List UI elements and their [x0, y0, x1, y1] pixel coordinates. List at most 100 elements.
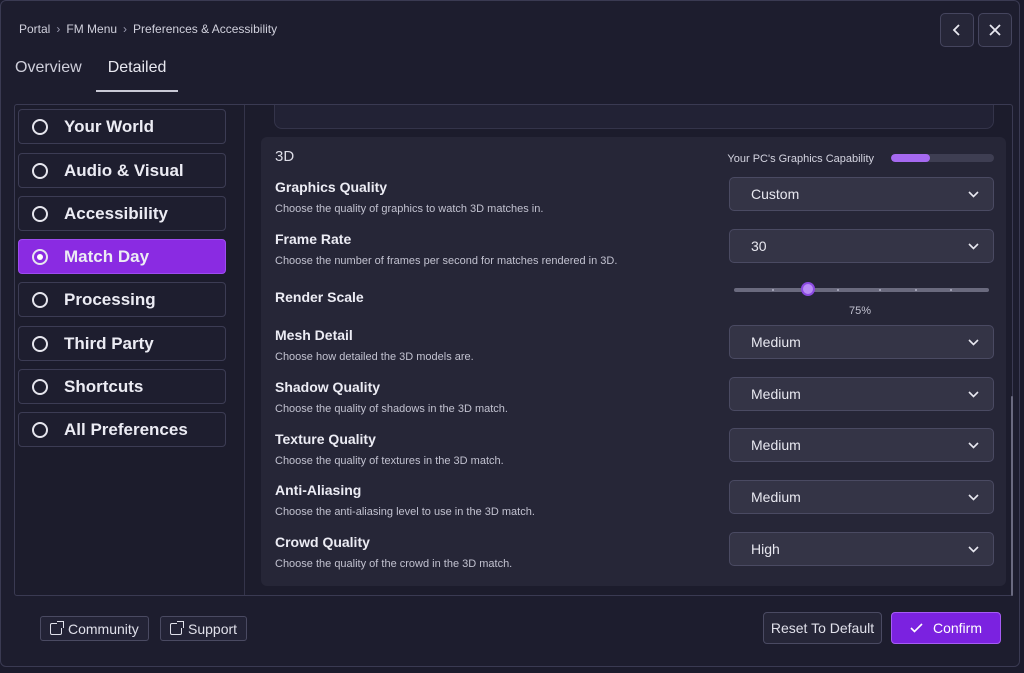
sidebar-item-third-party[interactable]: Third Party — [18, 326, 226, 361]
anti-aliasing-value: Medium — [751, 489, 801, 505]
external-link-icon — [170, 620, 184, 635]
crowd-quality-title: Crowd Quality — [275, 534, 370, 550]
crowd-quality-select[interactable]: High — [729, 532, 994, 566]
sidebar-item-label: Audio & Visual — [64, 160, 184, 180]
chevron-down-icon — [968, 242, 979, 250]
support-button[interactable]: Support — [160, 616, 248, 641]
anti-aliasing-description: Choose the anti-aliasing level to use in… — [275, 506, 535, 518]
shadow-quality-description: Choose the quality of shadows in the 3D … — [275, 403, 508, 415]
radio-icon — [32, 118, 48, 135]
sidebar-item-processing[interactable]: Processing — [18, 282, 226, 317]
graphics-quality-select[interactable]: Custom — [729, 177, 994, 211]
confirm-button[interactable]: Confirm — [891, 612, 1001, 644]
chevron-down-icon — [968, 441, 979, 449]
previous-section-card — [274, 105, 994, 129]
frame-rate-select[interactable]: 30 — [729, 229, 994, 263]
render-scale-title: Render Scale — [275, 289, 364, 305]
sidebar-item-label: Match Day — [64, 246, 150, 266]
texture-quality-select[interactable]: Medium — [729, 428, 994, 462]
graphics-quality-title: Graphics Quality — [275, 179, 388, 195]
preferences-window: Portal › FM Menu › Preferences & Accessi… — [0, 0, 1020, 667]
frame-rate-title: Frame Rate — [275, 231, 352, 247]
mesh-detail-select[interactable]: Medium — [729, 325, 994, 359]
content-scrollbar[interactable] — [1011, 396, 1013, 596]
chevron-right-icon: › — [56, 22, 61, 36]
sidebar-item-label: Accessibility — [64, 203, 168, 223]
reset-label: Reset To Default — [770, 620, 875, 636]
sidebar: Your World Audio & Visual Accessibility … — [15, 105, 245, 595]
radio-icon — [32, 205, 48, 222]
chevron-down-icon — [968, 390, 979, 398]
slider-tick — [837, 289, 839, 291]
render-scale-value: 75% — [849, 305, 872, 317]
sidebar-item-audio-visual[interactable]: Audio & Visual — [18, 153, 226, 188]
sidebar-item-label: Processing — [64, 289, 156, 309]
external-link-icon — [50, 620, 64, 635]
close-button[interactable] — [978, 13, 1012, 47]
radio-icon — [32, 421, 48, 438]
graphics-quality-description: Choose the quality of graphics to watch … — [275, 203, 544, 215]
graphics-capability-label: Your PC's Graphics Capability — [727, 153, 874, 165]
tab-detailed[interactable]: Detailed — [95, 59, 179, 92]
texture-quality-value: Medium — [751, 437, 801, 453]
shadow-quality-title: Shadow Quality — [275, 379, 381, 395]
anti-aliasing-title: Anti-Aliasing — [275, 482, 362, 498]
chevron-down-icon — [968, 545, 979, 553]
slider-tick — [950, 289, 952, 291]
settings-panel: Your World Audio & Visual Accessibility … — [14, 104, 1013, 596]
frame-rate-value: 30 — [751, 238, 767, 254]
graphics-capability-bar — [891, 154, 994, 162]
sidebar-item-label: Shortcuts — [64, 376, 144, 396]
slider-tick — [879, 289, 881, 291]
render-scale-slider[interactable] — [734, 282, 989, 296]
shadow-quality-value: Medium — [751, 386, 801, 402]
mesh-detail-description: Choose how detailed the 3D models are. — [275, 351, 474, 363]
breadcrumb-fm-menu[interactable]: FM Menu — [66, 22, 117, 36]
sidebar-item-label: Your World — [64, 116, 155, 136]
sidebar-item-all-preferences[interactable]: All Preferences — [18, 412, 226, 447]
chevron-down-icon — [968, 190, 979, 198]
breadcrumb-preferences: Preferences & Accessibility — [133, 22, 278, 36]
community-button[interactable]: Community — [40, 616, 149, 641]
shadow-quality-select[interactable]: Medium — [729, 377, 994, 411]
sidebar-item-shortcuts[interactable]: Shortcuts — [18, 369, 226, 404]
section-3d: 3D Your PC's Graphics Capability Graphic… — [261, 137, 1006, 586]
sidebar-item-match-day[interactable]: Match Day — [18, 239, 226, 274]
graphics-capability-fill — [891, 154, 931, 162]
texture-quality-description: Choose the quality of textures in the 3D… — [275, 455, 504, 467]
texture-quality-title: Texture Quality — [275, 431, 376, 447]
check-icon — [910, 623, 923, 633]
mesh-detail-value: Medium — [751, 334, 801, 350]
graphics-quality-value: Custom — [751, 186, 800, 202]
sidebar-item-label: All Preferences — [64, 419, 188, 439]
mesh-detail-title: Mesh Detail — [275, 327, 353, 343]
slider-tick — [772, 289, 774, 291]
radio-icon — [32, 291, 48, 308]
reset-to-default-button[interactable]: Reset To Default — [763, 612, 882, 644]
support-label: Support — [188, 620, 238, 637]
tab-bar: Overview Detailed — [15, 59, 204, 92]
render-scale-slider-handle[interactable] — [800, 282, 815, 296]
back-button[interactable] — [940, 13, 974, 47]
radio-selected-icon — [32, 248, 48, 265]
sidebar-item-your-world[interactable]: Your World — [18, 109, 226, 144]
breadcrumb: Portal › FM Menu › Preferences & Accessi… — [19, 22, 277, 36]
close-icon — [989, 24, 1001, 36]
chevron-down-icon — [968, 338, 979, 346]
community-label: Community — [68, 620, 139, 637]
slider-tick — [915, 289, 917, 291]
sidebar-item-label: Third Party — [64, 333, 154, 353]
settings-content: 3D Your PC's Graphics Capability Graphic… — [261, 105, 1006, 595]
anti-aliasing-select[interactable]: Medium — [729, 480, 994, 514]
chevron-left-icon — [952, 24, 960, 36]
section-title: 3D — [275, 148, 295, 165]
breadcrumb-portal[interactable]: Portal — [19, 22, 50, 36]
chevron-right-icon: › — [123, 22, 128, 36]
tab-overview[interactable]: Overview — [15, 59, 82, 92]
radio-icon — [32, 335, 48, 352]
frame-rate-description: Choose the number of frames per second f… — [275, 255, 618, 267]
crowd-quality-value: High — [751, 541, 780, 557]
radio-icon — [32, 378, 48, 395]
sidebar-item-accessibility[interactable]: Accessibility — [18, 196, 226, 231]
confirm-label: Confirm — [932, 620, 982, 636]
